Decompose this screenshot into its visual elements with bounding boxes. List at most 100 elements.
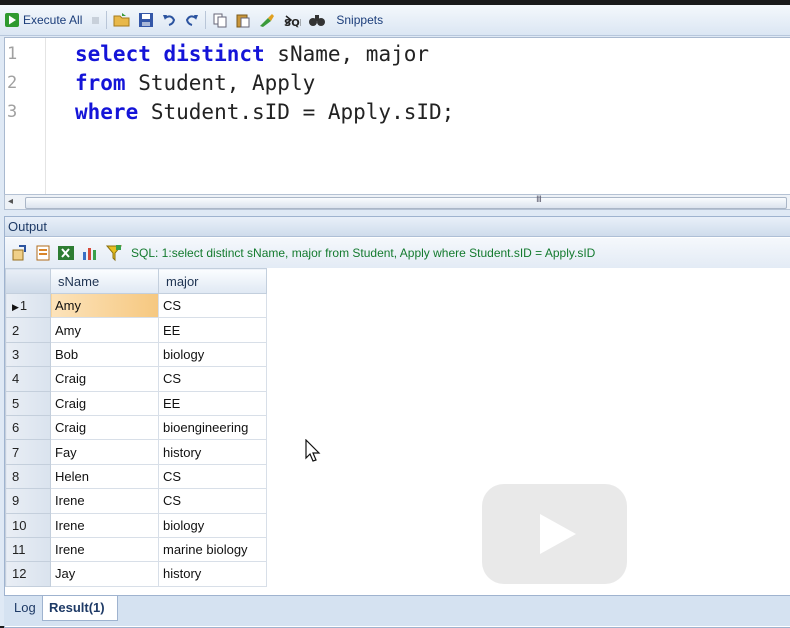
cell-sname[interactable]: Craig [50, 390, 159, 416]
code-line[interactable]: where Student.sID = Apply.sID; [75, 100, 454, 124]
sql-icon: SQL [284, 15, 301, 28]
filter-button[interactable] [105, 244, 123, 262]
copy-icon [213, 13, 227, 28]
copy-button[interactable] [209, 9, 231, 31]
cell-major[interactable]: CS [158, 488, 267, 514]
excel-icon [58, 246, 74, 260]
row-header[interactable]: 5 [5, 390, 51, 416]
save-button[interactable] [135, 9, 157, 31]
row-number: 1 [19, 298, 28, 314]
cell-sname[interactable]: Fay [50, 439, 159, 465]
current-row-indicator-icon: ▶ [12, 302, 19, 313]
open-button[interactable] [110, 9, 134, 31]
table-row[interactable]: 5 Craig EE [5, 390, 267, 416]
toolbar-divider [205, 11, 207, 29]
cell-sname[interactable]: Amy [50, 317, 159, 343]
table-row[interactable]: 10 Irene biology [5, 512, 267, 538]
chart-button[interactable] [81, 244, 99, 262]
cell-major[interactable]: CS [158, 366, 267, 392]
cell-major[interactable]: history [158, 561, 267, 587]
row-header[interactable]: 8 [5, 463, 51, 490]
filter-icon [105, 245, 123, 262]
line-number-gutter: 1 2 3 [5, 38, 46, 195]
row-header[interactable]: 4 [5, 366, 51, 392]
cell-major[interactable]: biology [158, 512, 267, 538]
export-button[interactable] [11, 244, 29, 262]
row-header[interactable]: 2 [5, 317, 51, 343]
row-header[interactable]: 9 [5, 488, 51, 514]
cell-sname[interactable]: Irene [50, 512, 159, 538]
table-row[interactable]: 2 Amy EE [5, 317, 267, 343]
form-icon [36, 245, 50, 261]
cell-major[interactable]: CS [158, 463, 267, 490]
code-text: Student.sID = Apply.sID; [138, 100, 455, 124]
select-all-corner[interactable] [5, 268, 51, 294]
code-line[interactable]: select distinct sName, major [75, 42, 429, 66]
table-row[interactable]: 11 Irene marine biology [5, 536, 267, 563]
redo-button[interactable] [181, 9, 203, 31]
undo-button[interactable] [158, 9, 180, 31]
row-header[interactable]: 7 [5, 439, 51, 465]
form-view-button[interactable] [35, 244, 51, 262]
row-number: 9 [12, 493, 20, 509]
row-number: 4 [12, 371, 20, 387]
table-row[interactable]: 8 Helen CS [5, 463, 267, 490]
cell-sname[interactable]: Amy [50, 292, 159, 319]
cell-sname[interactable]: Craig [50, 366, 159, 392]
line-number: 2 [7, 73, 18, 93]
cell-sname[interactable]: Craig [50, 414, 159, 441]
row-number: 8 [12, 468, 20, 484]
cell-sname[interactable]: Helen [50, 463, 159, 490]
binoculars-icon [309, 15, 326, 26]
table-row[interactable]: 12 Jay history [5, 561, 267, 587]
row-header[interactable]: 12 [5, 561, 51, 587]
code-line[interactable]: from Student, Apply [75, 71, 315, 95]
row-header[interactable]: 10 [5, 512, 51, 538]
scrollbar-thumb[interactable]: III [25, 195, 787, 209]
scroll-left-arrow-icon[interactable]: ◂ [8, 196, 13, 207]
sql-button[interactable]: SQL [280, 9, 304, 31]
sql-editor[interactable]: 1 2 3 select distinct sName, major from … [4, 37, 790, 196]
stop-button[interactable] [86, 9, 104, 31]
snippets-button[interactable]: Snippets [330, 9, 386, 31]
format-button[interactable] [255, 9, 279, 31]
cell-major[interactable]: history [158, 439, 267, 465]
column-header-sname[interactable]: sName [50, 268, 159, 294]
tab-log[interactable]: Log [8, 596, 42, 620]
table-row[interactable]: 3 Bob biology [5, 341, 267, 368]
row-header[interactable]: 6 [5, 414, 51, 441]
play-icon [540, 514, 576, 554]
table-row[interactable]: 9 Irene CS [5, 488, 267, 514]
cell-major[interactable]: marine biology [158, 536, 267, 563]
paste-button[interactable] [232, 9, 254, 31]
cell-sname[interactable]: Irene [50, 536, 159, 563]
cell-major[interactable]: EE [158, 317, 267, 343]
row-header[interactable]: 3 [5, 341, 51, 368]
find-button[interactable] [305, 9, 329, 31]
column-header-major[interactable]: major [158, 268, 267, 294]
paste-icon [236, 14, 250, 28]
cell-major[interactable]: biology [158, 341, 267, 368]
execute-all-button[interactable]: Execute All [1, 9, 85, 31]
cell-major[interactable]: bioengineering [158, 414, 267, 441]
table-row[interactable]: 6 Craig bioengineering [5, 414, 267, 441]
header-row: sName major [5, 268, 267, 294]
table-row[interactable]: 7 Fay history [5, 439, 267, 465]
cell-sname[interactable]: Bob [50, 341, 159, 368]
table-row[interactable]: 4 Craig CS [5, 366, 267, 392]
cell-sname[interactable]: Jay [50, 561, 159, 587]
snippets-label: Snippets [336, 13, 384, 27]
tab-result[interactable]: Result(1) [42, 596, 118, 621]
table-row[interactable]: ▶1 Amy CS [5, 292, 267, 319]
row-header[interactable]: 11 [5, 536, 51, 563]
cell-major[interactable]: CS [158, 292, 267, 319]
excel-export-button[interactable] [57, 244, 75, 262]
cell-sname[interactable]: Irene [50, 488, 159, 514]
video-play-overlay[interactable] [482, 484, 627, 584]
output-toolbar: SQL: 1:select distinct sName, major from… [5, 238, 790, 268]
row-number: 7 [12, 444, 20, 460]
row-header[interactable]: ▶1 [5, 292, 51, 319]
row-number: 3 [12, 346, 20, 362]
cell-major[interactable]: EE [158, 390, 267, 416]
editor-horizontal-scrollbar[interactable]: ◂ III [4, 194, 790, 210]
